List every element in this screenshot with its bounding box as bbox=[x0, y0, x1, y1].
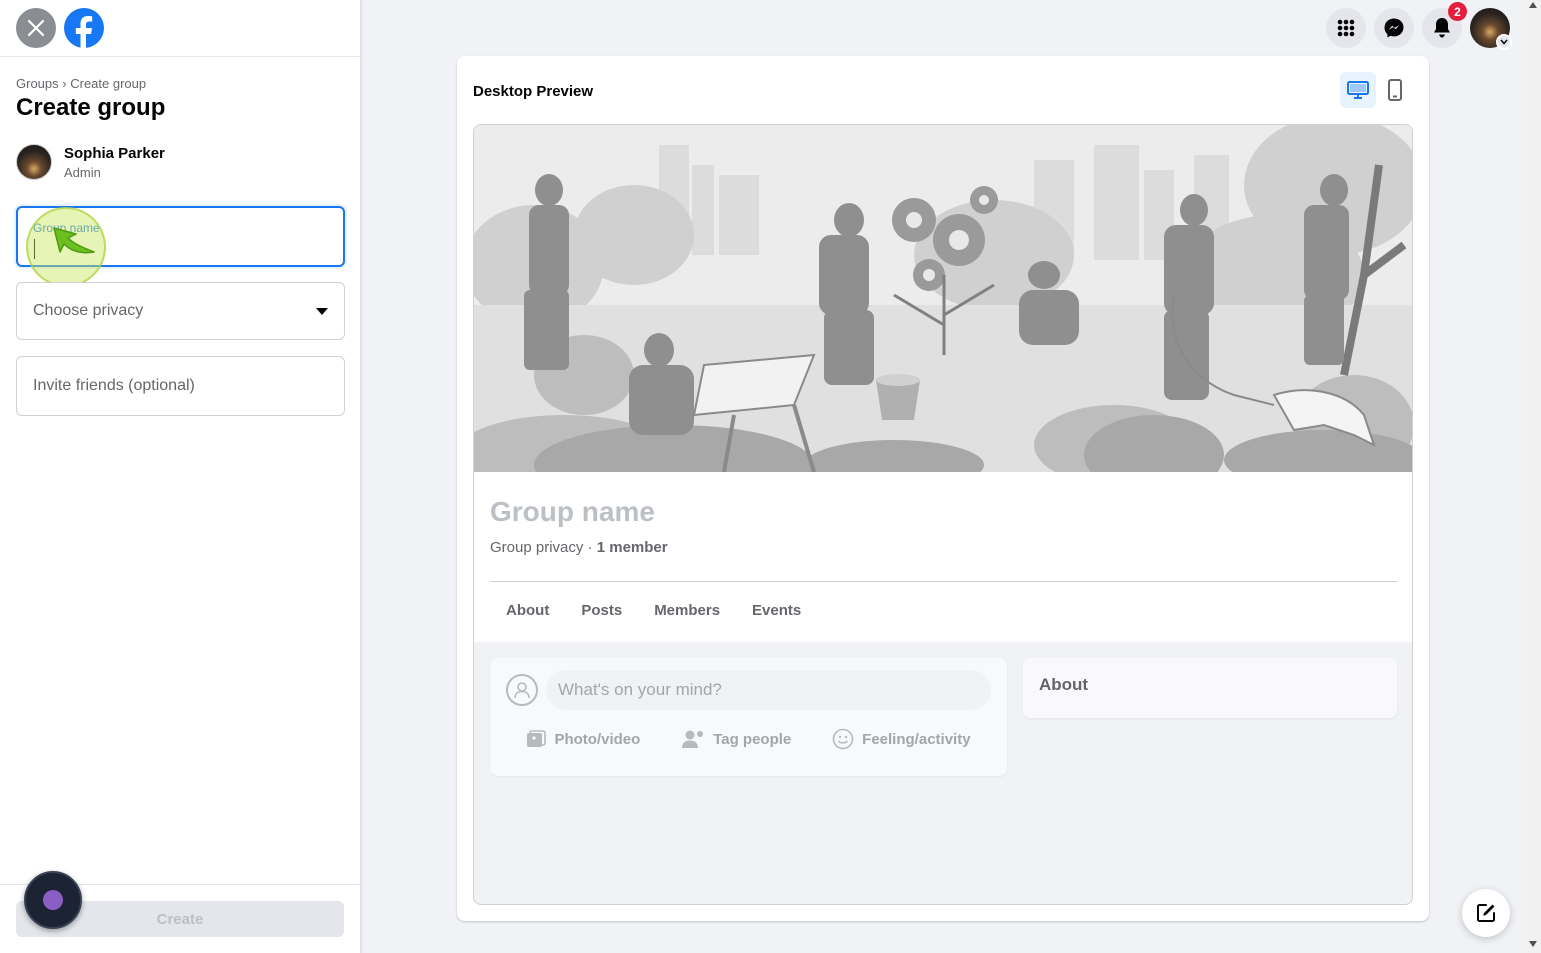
desktop-icon bbox=[1347, 81, 1369, 99]
cover-photo bbox=[474, 125, 1412, 472]
admin-role: Admin bbox=[64, 164, 101, 180]
mobile-icon bbox=[1388, 79, 1402, 101]
tab-events: Events bbox=[752, 602, 802, 619]
create-group-sidebar: Groups › Create group Create group Sophi… bbox=[0, 0, 361, 953]
privacy-placeholder: Choose privacy bbox=[33, 302, 144, 319]
photo-video-label: Photo/video bbox=[554, 730, 641, 748]
composer-avatar bbox=[506, 674, 538, 706]
smile-icon bbox=[832, 728, 854, 750]
scroll-down-arrow[interactable] bbox=[1529, 941, 1537, 947]
menu-button[interactable] bbox=[1326, 8, 1366, 48]
group-tabs: About Posts Members Events bbox=[490, 592, 817, 629]
group-meta: Group privacy · 1 member bbox=[490, 539, 668, 556]
breadcrumb-separator: › bbox=[62, 76, 67, 91]
close-icon bbox=[27, 19, 45, 37]
tag-icon bbox=[682, 730, 704, 748]
member-count: 1 member bbox=[596, 539, 668, 556]
group-privacy-text: Group privacy bbox=[490, 539, 584, 556]
composer-input: What's on your mind? bbox=[546, 670, 991, 710]
breadcrumb: Groups › Create group bbox=[16, 76, 146, 91]
breadcrumb-groups-link[interactable]: Groups bbox=[16, 76, 59, 91]
photo-video-action: Photo/video bbox=[526, 728, 640, 750]
assistant-dot-icon bbox=[43, 890, 63, 910]
scrollbar[interactable] bbox=[1526, 0, 1541, 953]
group-preview: Group name Group privacy · 1 member Abou… bbox=[473, 124, 1413, 905]
avatar bbox=[16, 144, 52, 180]
menu-grid-icon bbox=[1337, 19, 1355, 37]
desktop-preview-panel: Desktop Preview Group name Group privacy… bbox=[457, 56, 1429, 921]
feeling-activity-action: Feeling/activity bbox=[832, 728, 971, 750]
meta-separator: · bbox=[583, 539, 597, 556]
post-composer: What's on your mind? Photo/video Tag peo… bbox=[490, 658, 1007, 776]
assistant-bubble-button[interactable] bbox=[24, 871, 82, 929]
about-card-title: About bbox=[1039, 675, 1089, 694]
chevron-down-icon bbox=[1500, 39, 1508, 45]
group-header: Group name Group privacy · 1 member Abou… bbox=[474, 472, 1412, 642]
about-card: About bbox=[1023, 658, 1397, 718]
page-title: Create group bbox=[16, 94, 166, 121]
messenger-icon bbox=[1384, 18, 1404, 38]
tab-posts: Posts bbox=[581, 602, 623, 619]
divider bbox=[490, 581, 1397, 582]
new-message-button[interactable] bbox=[1462, 889, 1510, 937]
feeling-activity-label: Feeling/activity bbox=[862, 730, 971, 748]
account-chevron[interactable] bbox=[1496, 34, 1512, 50]
notification-badge: 2 bbox=[1448, 2, 1467, 21]
compose-icon bbox=[1477, 904, 1495, 922]
tab-about: About bbox=[506, 602, 550, 619]
invite-friends-input[interactable]: Invite friends (optional) bbox=[16, 356, 345, 416]
desktop-preview-toggle[interactable] bbox=[1340, 72, 1376, 108]
facebook-f-icon bbox=[75, 16, 93, 48]
photo-icon bbox=[527, 730, 547, 747]
facebook-logo[interactable] bbox=[64, 8, 104, 48]
tab-members: Members bbox=[654, 602, 721, 619]
sidebar-header bbox=[0, 0, 360, 57]
user-icon bbox=[514, 682, 530, 699]
scroll-up-arrow[interactable] bbox=[1529, 2, 1537, 8]
tag-people-label: Tag people bbox=[713, 730, 792, 748]
breadcrumb-current: Create group bbox=[70, 76, 147, 91]
tag-people-action: Tag people bbox=[681, 728, 791, 750]
dropdown-arrow-icon bbox=[316, 307, 328, 315]
invite-placeholder: Invite friends (optional) bbox=[33, 377, 195, 394]
admin-info: Sophia Parker Admin bbox=[16, 144, 165, 180]
close-button[interactable] bbox=[16, 8, 56, 48]
admin-name: Sophia Parker bbox=[64, 144, 165, 162]
messenger-button[interactable] bbox=[1374, 8, 1414, 48]
preview-group-name: Group name bbox=[490, 496, 655, 527]
cursor-arrow-icon bbox=[53, 227, 95, 254]
bell-icon bbox=[1434, 18, 1450, 38]
privacy-select[interactable]: Choose privacy bbox=[16, 282, 345, 340]
composer-actions: Photo/video Tag people Feeling/activity bbox=[506, 728, 991, 750]
preview-title: Desktop Preview bbox=[473, 83, 594, 100]
mobile-preview-toggle[interactable] bbox=[1377, 72, 1413, 108]
cover-illustration bbox=[474, 125, 1412, 472]
